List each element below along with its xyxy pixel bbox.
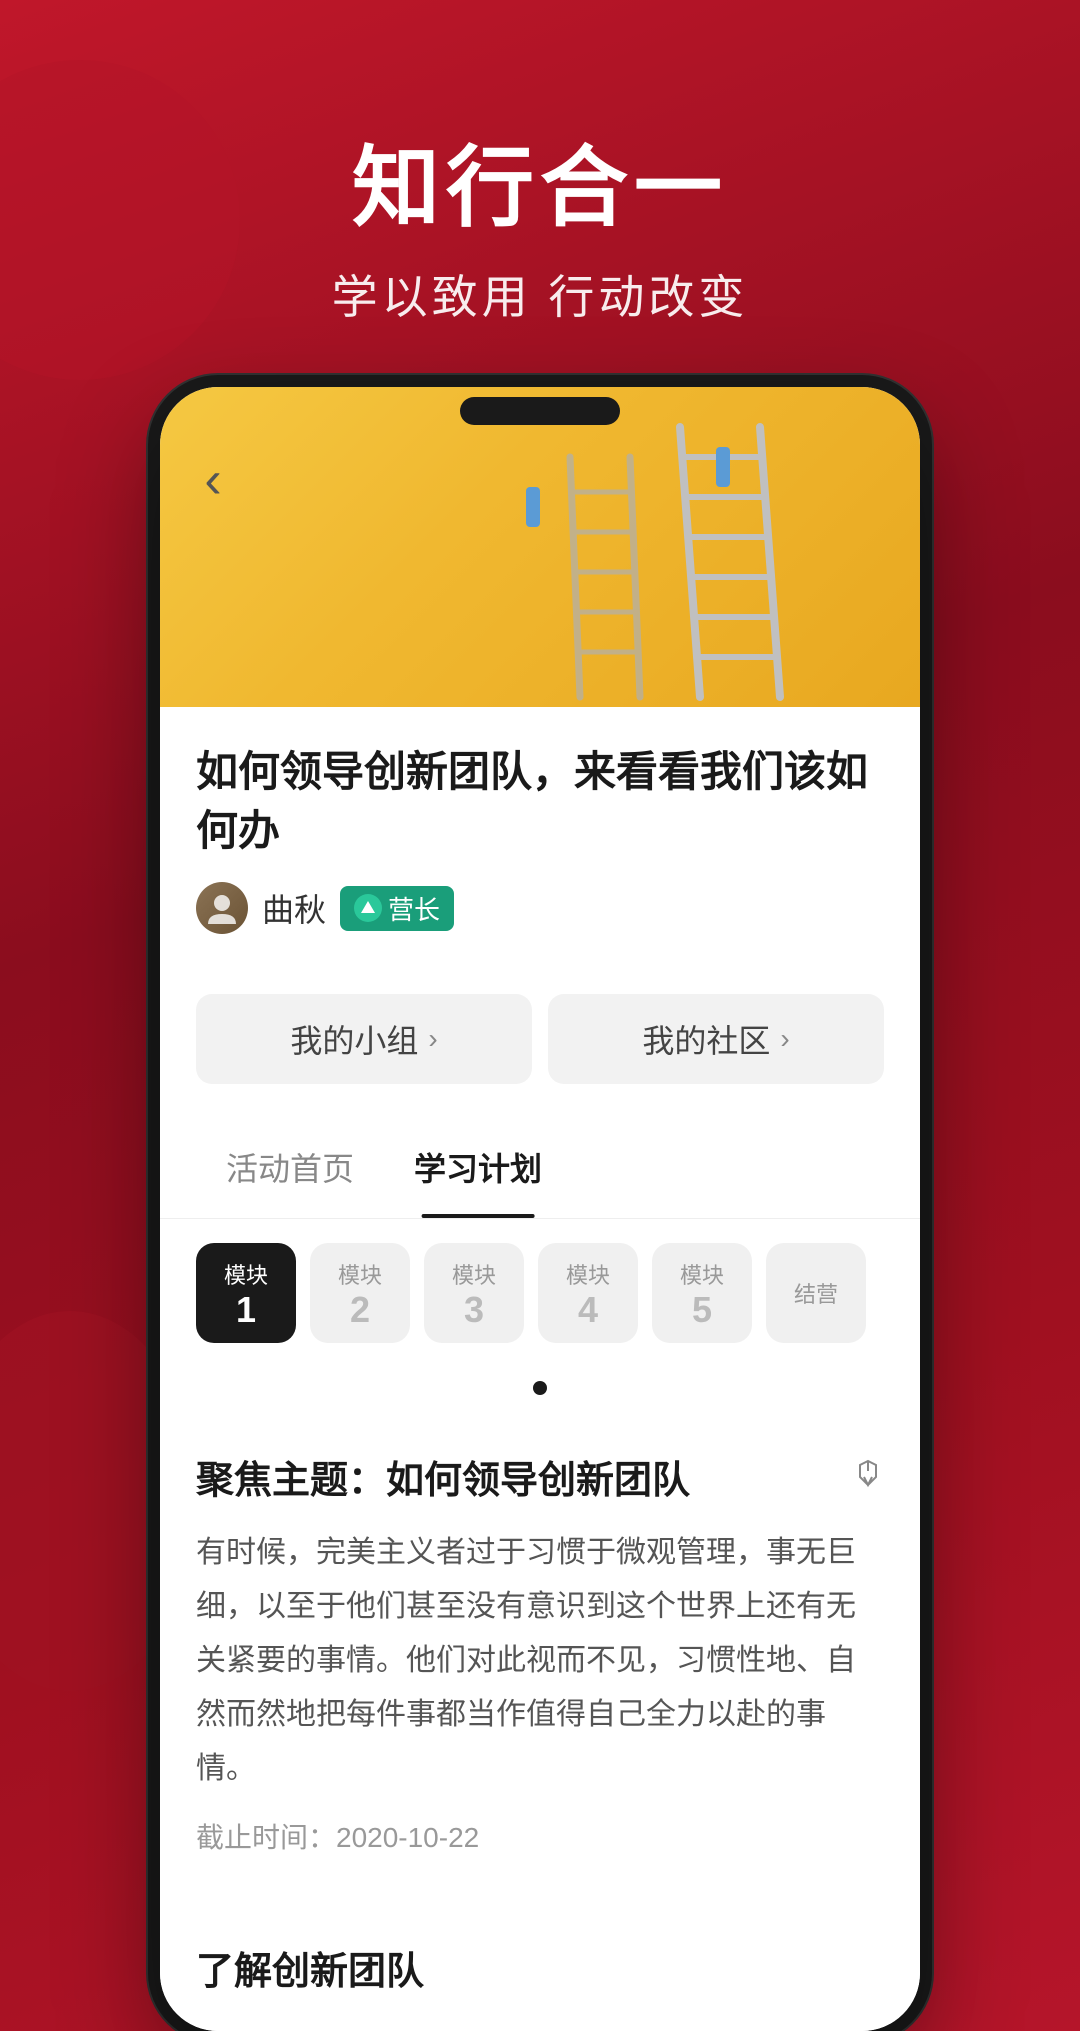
my-group-button[interactable]: 我的小组 › [196,994,532,1084]
module-label-5: 模块 [680,1258,724,1290]
module-tab-4[interactable]: 模块 4 [538,1243,638,1343]
module-tab-3[interactable]: 模块 3 [424,1243,524,1343]
tape-mark-2 [526,487,540,527]
article-title: 如何领导创新团队，来看看我们该如何办 [196,743,884,861]
section-title: 聚焦主题：如何领导创新团队 [196,1449,690,1504]
author-row: 曲秋 营长 [196,882,884,934]
module-num-3: 3 [464,1290,484,1330]
deadline-text: 截止时间：2020-10-22 [196,1816,884,1856]
share-icon[interactable] [852,1456,884,1498]
module-label-2: 模块 [338,1258,382,1290]
phone-wrapper: 如何领导创新团队，来看看我们该如何办 曲秋 营长 [0,387,1080,2031]
module-num-1: 1 [236,1290,256,1330]
module-label-1: 模块 [224,1258,268,1290]
phone-notch [460,397,620,425]
tab-study-plan[interactable]: 学习计划 [384,1116,572,1218]
active-dot [533,1381,547,1395]
module-tab-5[interactable]: 模块 5 [652,1243,752,1343]
module-num-2: 2 [350,1290,370,1330]
article-header: 如何领导创新团队，来看看我们该如何办 曲秋 营长 [160,707,920,963]
my-community-label: 我的社区 [642,1016,770,1062]
my-group-label: 我的小组 [290,1016,418,1062]
tab-activity-home-label: 活动首页 [226,1151,354,1187]
tab-study-plan-label: 学习计划 [414,1151,542,1187]
dot-indicator [160,1371,920,1401]
tabs-bar: 活动首页 学习计划 [160,1116,920,1219]
badge-icon [354,894,382,922]
main-section: 聚焦主题：如何领导创新团队 有时候，完美主义者过于习惯于微观管理，事无巨细，以至… [160,1413,920,1892]
module-label-4: 模块 [566,1258,610,1290]
tape-mark-1 [716,447,730,487]
hero-title: 知行合一 [0,140,1080,237]
module-label-3: 模块 [452,1258,496,1290]
avatar [196,882,248,934]
my-community-button[interactable]: 我的社区 › [548,994,884,1084]
section-body: 有时候，完美主义者过于习惯于微观管理，事无巨细，以至于他们甚至没有意识到这个世界… [196,1526,884,1796]
ladder-left [500,447,700,707]
phone-mockup: 如何领导创新团队，来看看我们该如何办 曲秋 营长 [160,387,920,2031]
banner-area [160,387,920,707]
back-button[interactable] [188,455,238,505]
hero-section: 知行合一 学以致用 行动改变 [0,0,1080,387]
hero-subtitle: 学以致用 行动改变 [0,261,1080,327]
module-tab-closing[interactable]: 结营 [766,1243,866,1343]
sub-section: 了解创新团队 [160,1904,920,2031]
my-group-arrow: › [428,1023,437,1055]
module-num-5: 5 [692,1290,712,1330]
nav-buttons: 我的小组 › 我的社区 › [160,974,920,1104]
tab-activity-home[interactable]: 活动首页 [196,1116,384,1218]
module-tab-1[interactable]: 模块 1 [196,1243,296,1343]
phone-topbar [160,387,920,435]
section-title-row: 聚焦主题：如何领导创新团队 [196,1449,884,1504]
badge-text: 营长 [388,890,440,927]
my-community-arrow: › [780,1023,789,1055]
author-name: 曲秋 [262,885,326,931]
module-num-4: 4 [578,1290,598,1330]
module-label-closing: 结营 [794,1277,838,1309]
module-tab-2[interactable]: 模块 2 [310,1243,410,1343]
sub-title: 了解创新团队 [196,1951,424,1993]
module-tabs: 模块 1 模块 2 模块 3 模块 4 模块 5 结营 [160,1219,920,1371]
author-badge: 营长 [340,886,454,931]
